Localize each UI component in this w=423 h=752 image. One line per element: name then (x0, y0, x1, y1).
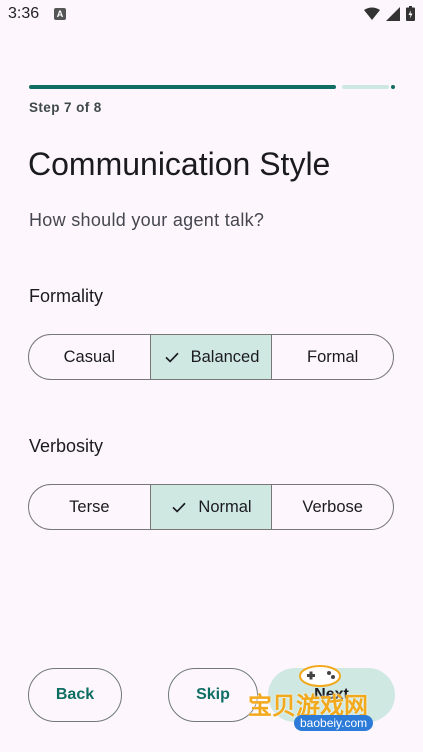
page-subtitle: How should your agent talk? (29, 210, 265, 230)
skip-button[interactable]: Skip (168, 668, 258, 722)
option-label: Terse (69, 497, 110, 516)
status-time: 3:36 (8, 5, 40, 22)
back-button-label: Back (55, 686, 95, 703)
verbosity-label: Verbosity (29, 436, 104, 456)
option-label: Normal (198, 497, 252, 516)
check-icon (172, 502, 187, 513)
notification-icon: A (54, 8, 66, 20)
verbosity-segmented-control: Terse Normal Verbose (28, 484, 394, 530)
option-label: Balanced (190, 347, 260, 366)
progress-fill (29, 85, 336, 89)
skip-button-label: Skip (196, 686, 230, 703)
option-label: Formal (307, 347, 359, 366)
option-label: Verbose (302, 497, 363, 516)
progress-track (342, 85, 389, 89)
progress-end-dot (391, 85, 395, 89)
back-button[interactable]: Back (28, 668, 122, 722)
wifi-icon (364, 7, 380, 20)
formality-label: Formality (29, 286, 104, 306)
check-icon (165, 352, 179, 363)
verbosity-option-normal[interactable]: Normal (150, 485, 273, 529)
next-button[interactable]: Next (268, 668, 395, 722)
status-icons (364, 6, 415, 21)
formality-option-casual[interactable]: Casual (29, 335, 151, 379)
formality-option-balanced[interactable]: Balanced (150, 335, 273, 379)
formality-option-formal[interactable]: Formal (272, 335, 393, 379)
signal-icon (386, 6, 400, 21)
progress-bar (29, 85, 395, 89)
option-label: Casual (63, 347, 116, 366)
step-label: Step 7 of 8 (29, 100, 102, 115)
battery-icon (406, 6, 415, 21)
next-button-label: Next (314, 686, 349, 703)
status-bar: 3:36 A (0, 0, 423, 30)
verbosity-option-terse[interactable]: Terse (29, 485, 151, 529)
verbosity-option-verbose[interactable]: Verbose (272, 485, 393, 529)
formality-segmented-control: Casual Balanced Formal (28, 334, 394, 380)
page-title: Communication Style (28, 146, 331, 182)
